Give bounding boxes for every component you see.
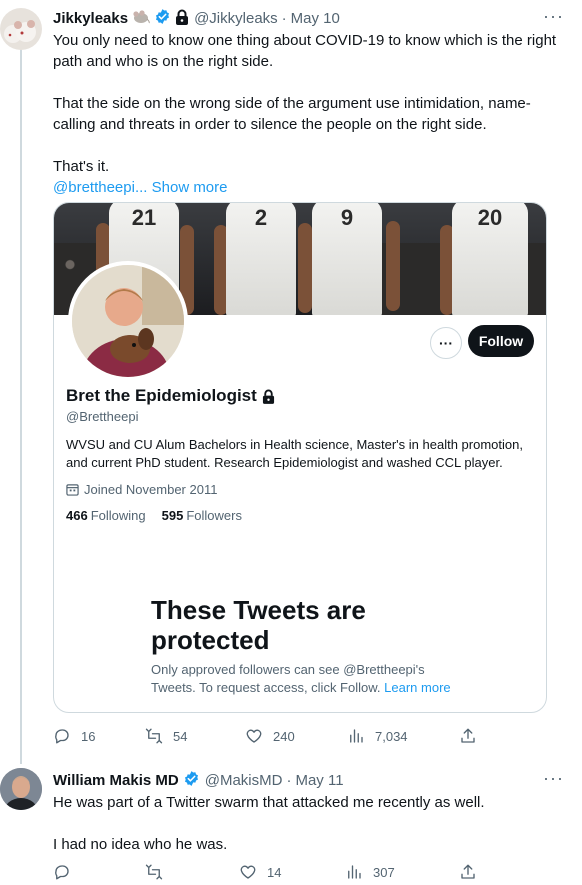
reply-icon <box>55 729 69 744</box>
more-icon[interactable]: ··· <box>543 768 564 789</box>
profile-stats: 466 Following 595 Followers <box>66 508 242 523</box>
protected-text: Only approved followers can see @Bretthe… <box>151 662 451 695</box>
retweet-button[interactable] <box>145 863 173 881</box>
profile-avatar[interactable] <box>68 261 188 381</box>
share-icon <box>461 864 475 879</box>
more-icon[interactable]: ··· <box>543 6 564 27</box>
like-count: 14 <box>267 864 282 880</box>
tweet-date[interactable]: May 10 <box>291 10 340 27</box>
tweet-paragraph: I had no idea who he was. <box>53 836 228 853</box>
like-button[interactable]: 240 <box>245 727 295 745</box>
tweet-paragraph: That the side on the wrong side of the a… <box>53 95 531 133</box>
retweet-button[interactable]: 54 <box>145 727 187 745</box>
share-icon <box>461 728 475 743</box>
tweet-date[interactable]: May 11 <box>295 772 343 789</box>
thread-line <box>20 44 22 764</box>
tweet-paragraph: That's it. <box>53 158 110 175</box>
share-button[interactable] <box>459 727 477 745</box>
lock-icon <box>175 9 189 29</box>
reply-button[interactable]: 16 <box>53 727 95 745</box>
show-more-link[interactable]: Show more <box>152 179 228 196</box>
views-icon <box>350 729 363 743</box>
avatar[interactable] <box>0 8 42 50</box>
retweet-icon <box>145 864 163 880</box>
separator-dot: · <box>286 772 292 789</box>
like-icon <box>240 865 256 879</box>
profile-name[interactable]: Bret the Epidemiologist <box>66 386 257 406</box>
author-handle[interactable]: @Jikkyleaks <box>194 10 278 27</box>
retweet-icon <box>145 728 163 744</box>
like-icon <box>246 729 262 743</box>
author-handle[interactable]: @MakisMD <box>205 772 283 789</box>
rat-emoji-icon <box>132 9 150 28</box>
profile-card[interactable]: 21 2 9 20 ··· Follow Bret the Epidemiolo… <box>53 202 547 713</box>
joined-text: Joined November 2011 <box>84 482 218 497</box>
views-button[interactable]: 7,034 <box>347 727 408 745</box>
lock-icon <box>262 389 275 404</box>
learn-more-link[interactable]: Learn more <box>384 680 450 695</box>
followers-stat[interactable]: 595 Followers <box>162 508 242 523</box>
tweet-header: William Makis MD @MakisMD · May 11 <box>53 770 344 791</box>
author-name[interactable]: Jikkyleaks <box>53 10 128 27</box>
player-jersey: 20 <box>452 203 528 315</box>
like-button[interactable]: 14 <box>239 863 281 881</box>
player-jersey: 2 <box>226 203 296 315</box>
profile-bio: WVSU and CU Alum Bachelors in Health sci… <box>66 437 523 470</box>
share-button[interactable] <box>459 863 477 881</box>
protected-title: These Tweets are protected <box>151 595 366 655</box>
player-jersey: 9 <box>312 203 382 315</box>
tweet-actions: 16 54 240 7,034 <box>53 727 493 749</box>
reply-count: 16 <box>81 728 96 744</box>
verified-badge-icon <box>183 770 200 791</box>
follow-button[interactable]: Follow <box>468 325 534 357</box>
separator-dot: · <box>281 10 287 27</box>
reply-button[interactable] <box>53 863 81 881</box>
tweet-text: You only need to know one thing about CO… <box>53 30 563 198</box>
calendar-icon <box>66 483 79 496</box>
profile-handle[interactable]: @Brettheepi <box>66 409 138 424</box>
tweet-header: Jikkyleaks @Jikkyleaks · May 10 <box>53 8 340 29</box>
joined-date: Joined November 2011 <box>66 482 217 497</box>
avatar[interactable] <box>0 768 42 810</box>
mention-link[interactable]: @brettheepi... <box>53 179 147 196</box>
views-count: 307 <box>373 864 395 880</box>
tweet-text: He was part of a Twitter swarm that atta… <box>53 792 563 855</box>
like-count: 240 <box>273 728 295 744</box>
views-icon <box>348 865 361 879</box>
profile-name-row: Bret the Epidemiologist <box>66 386 275 406</box>
reply-icon <box>55 865 69 880</box>
following-stat[interactable]: 466 Following <box>66 508 146 523</box>
views-button[interactable]: 307 <box>345 863 395 881</box>
tweet-actions: 14 307 <box>53 863 493 885</box>
author-name[interactable]: William Makis MD <box>53 772 179 789</box>
tweet-paragraph: You only need to know one thing about CO… <box>53 32 557 70</box>
verified-badge-icon <box>154 8 171 29</box>
tweet-paragraph: He was part of a Twitter swarm that atta… <box>53 794 485 811</box>
views-count: 7,034 <box>375 728 408 744</box>
retweet-count: 54 <box>173 728 188 744</box>
card-more-button[interactable]: ··· <box>430 327 462 359</box>
